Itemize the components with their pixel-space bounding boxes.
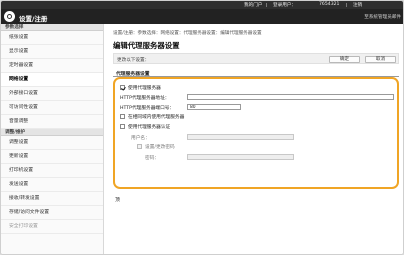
sidebar-item-display[interactable]: 显示设置 <box>1 45 103 59</box>
browser-frame: 我的门户 登录用户： 7654321 注销 设置/注册 至系统管理员邮件 参数选… <box>0 0 404 255</box>
mail-admin-link[interactable]: 至系统管理员邮件 <box>364 14 401 20</box>
top-strip: 我的门户 登录用户： 7654321 注销 <box>1 1 403 9</box>
http-address-field[interactable] <box>187 94 394 100</box>
login-user-label: 登录用户： <box>273 3 296 8</box>
logout-link[interactable]: 注销 <box>353 2 362 8</box>
username-label: 用户名： <box>131 136 150 141</box>
http-port-label: HTTP代理服务器端口号： <box>120 106 175 111</box>
sidebar-item-printer[interactable]: 打印机设置 <box>1 164 103 178</box>
sidebar-item-update[interactable]: 更新设置 <box>1 150 103 164</box>
section-title: 代理服务器设置 <box>116 71 150 77</box>
sidebar-item-storage[interactable]: 存储/访问文件设置 <box>1 206 103 220</box>
use-auth-label: 使用代理服务器认证 <box>128 125 171 130</box>
gear-icon <box>7 14 12 19</box>
same-domain-label: 在相同域内使用代理服务器 <box>128 115 185 120</box>
sidebar-item-adjust[interactable]: 调整设置 <box>1 136 103 150</box>
breadcrumb[interactable]: 设置/注册：参数选择：网络设置：代理服务器设置：编辑代理服务器设置 <box>113 30 262 36</box>
cancel-button[interactable]: 取消 <box>365 56 396 63</box>
sidebar-section-preferences: 参数选择 <box>1 24 103 31</box>
username-field[interactable] <box>187 134 294 140</box>
action-bar: 更改以下设置： 确定 取消 <box>113 53 399 64</box>
sidebar-item-network[interactable]: 网络设置 <box>1 73 103 87</box>
page-title: 编辑代理服务器设置 <box>113 41 180 50</box>
use-proxy-label: 使用代理服务器 <box>128 86 161 91</box>
same-domain-checkbox[interactable] <box>120 114 125 119</box>
main-content: 设置/注册：参数选择：网络设置：代理服务器设置：编辑代理服务器设置 编辑代理服务… <box>104 24 403 254</box>
ok-button[interactable]: 确定 <box>329 56 360 63</box>
section-header: 代理服务器设置 <box>113 68 399 77</box>
set-password-checkbox[interactable] <box>137 144 142 149</box>
proxy-settings-box: 使用代理服务器 HTTP代理服务器地址： HTTP代理服务器端口号： 在相同域内… <box>113 77 399 189</box>
password-label: 密码： <box>145 156 160 161</box>
http-address-label: HTTP代理服务器地址： <box>120 96 170 101</box>
sidebar-item-accessibility[interactable]: 可访问性设置 <box>1 101 103 115</box>
sidebar-item-interface[interactable]: 外部接口设置 <box>1 87 103 101</box>
app-title: 设置/注册 <box>19 15 48 23</box>
sidebar-item-volume[interactable]: 音量调整 <box>1 115 103 129</box>
password-field[interactable] <box>187 154 294 160</box>
separator <box>266 3 267 7</box>
http-port-field[interactable] <box>187 104 241 110</box>
sidebar: 参数选择 纸张设置 显示设置 定时器设置 网络设置 外部接口设置 可访问性设置 … <box>1 24 104 254</box>
sidebar-item-secure-print[interactable]: 安全打印设置 <box>1 220 103 234</box>
my-portal-link[interactable]: 我的门户 <box>244 2 262 8</box>
use-auth-checkbox[interactable] <box>120 124 125 129</box>
sidebar-section-maintenance: 调整/维护 <box>1 129 103 136</box>
sidebar-item-paper[interactable]: 纸张设置 <box>1 31 103 45</box>
login-user-value: 7654321 <box>319 2 340 7</box>
sidebar-item-receive[interactable]: 接收/转发设置 <box>1 192 103 206</box>
separator <box>346 3 347 7</box>
set-password-label: 设置/更改密码 <box>145 145 175 150</box>
back-to-top-link[interactable]: 顶 <box>115 196 120 203</box>
sidebar-item-send[interactable]: 发送设置 <box>1 178 103 192</box>
sidebar-item-timer[interactable]: 定时器设置 <box>1 59 103 73</box>
use-proxy-checkbox[interactable] <box>120 85 125 90</box>
header: 设置/注册 至系统管理员邮件 <box>1 9 403 24</box>
hint-text: 更改以下设置： <box>117 57 150 63</box>
